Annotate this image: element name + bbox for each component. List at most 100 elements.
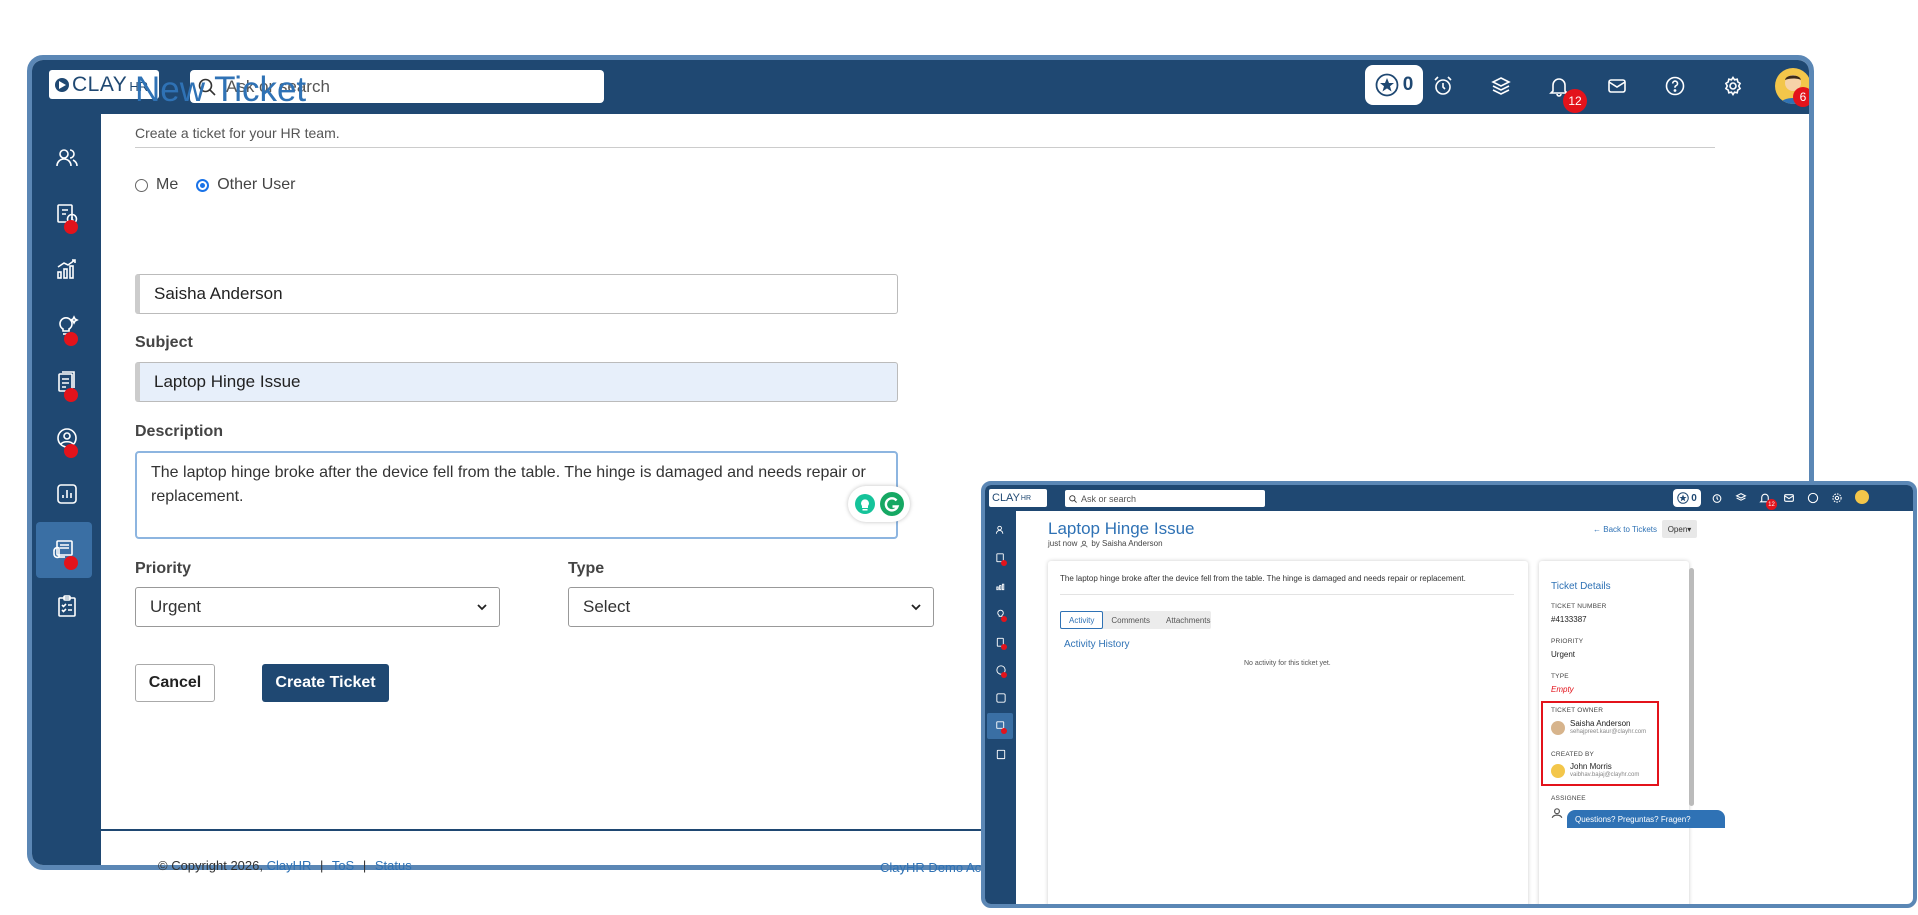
ticket-description: The laptop hinge broke after the device … xyxy=(1060,574,1466,583)
layers-icon[interactable] xyxy=(1487,72,1515,100)
sidebar-alert-dot xyxy=(1001,672,1007,678)
star-icon xyxy=(1677,492,1689,504)
preview-sidebar-profile[interactable] xyxy=(985,657,1016,683)
grammarly-icon[interactable] xyxy=(879,491,905,517)
selected-user-value: Saisha Anderson xyxy=(154,284,283,303)
preview-notifications-badge: 12 xyxy=(1766,499,1777,510)
type-detail-label: TYPE xyxy=(1551,673,1569,680)
footer-tos-link[interactable]: ToS xyxy=(332,858,354,873)
mail-icon[interactable] xyxy=(1783,492,1795,504)
sidebar-alert-dot xyxy=(1001,560,1007,566)
back-to-tickets-label: Back to Tickets xyxy=(1603,525,1658,534)
page-subtitle: Create a ticket for your HR team. xyxy=(135,125,340,141)
ticket-number-value: #4133387 xyxy=(1551,615,1587,624)
alarm-icon[interactable] xyxy=(1429,72,1457,100)
sidebar-alert-dot xyxy=(64,388,78,402)
radio-other-user[interactable] xyxy=(196,178,210,192)
tab-comments[interactable]: Comments xyxy=(1103,611,1158,629)
subject-input[interactable]: Laptop Hinge Issue xyxy=(135,362,898,402)
preview-navbar: CLAY HR Ask or search 0 12 xyxy=(985,485,1913,511)
preview-sidebar-checklist[interactable] xyxy=(985,741,1016,767)
footer-company-link[interactable]: ClayHR xyxy=(267,858,312,873)
questions-chat-button[interactable]: Questions? Preguntas? Fragen? xyxy=(1567,810,1725,828)
preview-logo-text: CLAY xyxy=(992,492,1020,504)
details-scrollbar[interactable] xyxy=(1689,568,1694,806)
help-icon[interactable] xyxy=(1661,72,1689,100)
checklist-icon xyxy=(54,593,80,619)
radio-me-label[interactable]: Me xyxy=(156,176,178,194)
sidebar-item-helpdesk[interactable] xyxy=(36,522,92,578)
priority-detail-value: Urgent xyxy=(1551,650,1576,659)
points-count: 0 xyxy=(1402,74,1414,95)
grammarly-widget[interactable] xyxy=(848,486,910,522)
sidebar-item-documents[interactable] xyxy=(32,354,101,410)
logo-text: CLAY xyxy=(72,72,128,96)
radio-other-user-label[interactable]: Other User xyxy=(217,176,295,194)
radio-me[interactable] xyxy=(135,178,148,192)
footer-separator: | xyxy=(362,858,367,873)
ticket-number-label: TICKET NUMBER xyxy=(1551,603,1607,610)
caret-down-icon: ▾ xyxy=(1687,524,1692,534)
cancel-button[interactable]: Cancel xyxy=(135,664,215,702)
footer-separator: | xyxy=(320,858,324,873)
preview-sidebar-time-report[interactable] xyxy=(985,545,1016,571)
sidebar-item-growth[interactable] xyxy=(32,242,101,298)
layers-icon[interactable] xyxy=(1735,492,1747,504)
footer-demo-account[interactable]: ClayHR Demo Ac xyxy=(880,860,981,875)
footer-copyright: © Copyright 2026, xyxy=(158,858,263,873)
preview-points[interactable]: 0 xyxy=(1673,489,1701,507)
sidebar-item-time-report[interactable] xyxy=(32,186,101,242)
preview-sidebar-helpdesk[interactable] xyxy=(987,713,1013,739)
sidebar-item-people[interactable] xyxy=(32,130,101,186)
preview-search-placeholder: Ask or search xyxy=(1081,493,1137,504)
preview-sidebar-growth[interactable] xyxy=(985,573,1016,599)
create-ticket-button[interactable]: Create Ticket xyxy=(262,664,389,702)
back-to-tickets-link[interactable]: ← Back to Tickets xyxy=(1593,525,1657,534)
sidebar-alert-dot xyxy=(64,444,78,458)
footer: © Copyright 2026, ClayHR | ToS | Status xyxy=(158,858,412,873)
preview-logo[interactable]: CLAY HR xyxy=(989,489,1047,507)
type-value: Select xyxy=(583,597,631,616)
gear-icon[interactable] xyxy=(1719,72,1747,100)
gear-icon[interactable] xyxy=(1831,492,1843,504)
tab-attachments[interactable]: Attachments xyxy=(1158,611,1218,629)
type-select[interactable]: Select xyxy=(568,587,934,627)
description-textarea[interactable]: The laptop hinge broke after the device … xyxy=(135,451,898,539)
lightbulb-icon[interactable] xyxy=(854,493,876,515)
ticket-title: Laptop Hinge Issue xyxy=(1048,519,1195,538)
preview-user-avatar[interactable] xyxy=(1855,490,1869,504)
assignee-placeholder-icon[interactable] xyxy=(1551,807,1563,819)
preview-logo-suffix: HR xyxy=(1020,494,1032,502)
subject-value: Laptop Hinge Issue xyxy=(154,372,301,391)
sidebar-item-profile[interactable] xyxy=(32,410,101,466)
sidebar-item-ideas[interactable] xyxy=(32,298,101,354)
divider xyxy=(1060,594,1514,595)
sidebar-item-analytics[interactable] xyxy=(32,466,101,522)
alarm-icon[interactable] xyxy=(1711,492,1723,504)
tab-activity[interactable]: Activity xyxy=(1060,611,1104,629)
preview-sidebar-ideas[interactable] xyxy=(985,601,1016,627)
mail-icon[interactable] xyxy=(1603,72,1631,100)
status-dropdown[interactable]: Open ▾ xyxy=(1662,520,1697,538)
page-title: New Ticket xyxy=(135,70,307,109)
points-button[interactable]: 0 xyxy=(1365,65,1423,105)
subject-label: Subject xyxy=(135,334,193,351)
divider xyxy=(135,147,1715,148)
ticket-detail-preview: CLAY HR Ask or search 0 12 Laptop Hinge I… xyxy=(981,481,1917,908)
footer-status-link[interactable]: Status xyxy=(375,858,412,873)
sidebar-alert-dot xyxy=(1001,616,1007,622)
requester-radio-group: Me Other User xyxy=(135,176,295,194)
assignee-label: ASSIGNEE xyxy=(1551,795,1586,802)
preview-search[interactable]: Ask or search xyxy=(1065,490,1265,507)
help-icon[interactable] xyxy=(1807,492,1819,504)
preview-sidebar-analytics[interactable] xyxy=(985,685,1016,711)
sidebar-item-checklist[interactable] xyxy=(32,578,101,634)
priority-select[interactable]: Urgent xyxy=(135,587,500,627)
sidebar-alert-dot xyxy=(64,556,78,570)
ticket-details-heading: Ticket Details xyxy=(1551,581,1611,592)
search-icon xyxy=(1069,494,1077,503)
preview-sidebar-documents[interactable] xyxy=(985,629,1016,655)
user-select-field[interactable]: Saisha Anderson xyxy=(135,274,898,314)
preview-sidebar-people[interactable] xyxy=(985,517,1016,543)
star-icon xyxy=(1375,73,1399,97)
